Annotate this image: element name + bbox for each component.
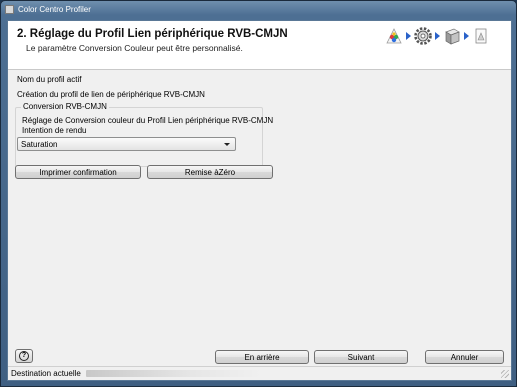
conversion-group-title: Conversion RVB-CMJN — [21, 102, 109, 111]
rendering-intent-value: Saturation — [21, 139, 58, 149]
app-icon — [5, 5, 14, 14]
destination-label: Destination actuelle — [11, 369, 81, 378]
gear-icon — [414, 27, 432, 45]
step-arrow-icon — [464, 32, 469, 40]
application-window: Color Centro Profiler 2. Réglage du Prof… — [0, 0, 517, 387]
rendering-intent-label: Intention de rendu — [22, 126, 87, 135]
rendering-intent-select[interactable]: Saturation — [17, 137, 236, 151]
chevron-down-icon — [224, 143, 230, 146]
cancel-button[interactable]: Annuler — [425, 350, 504, 364]
profile-name-value: Création du profil de lien de périphériq… — [17, 90, 205, 99]
window-title: Color Centro Profiler — [18, 5, 91, 14]
printer-icon — [445, 28, 460, 45]
profile-name-label: Nom du profil actif — [17, 75, 82, 84]
conversion-description: Réglage de Conversion couleur du Profil … — [22, 116, 274, 125]
help-icon: ? — [19, 351, 29, 361]
reset-button[interactable]: Remise àZéro — [147, 165, 273, 179]
step-indicator — [384, 26, 491, 46]
title-bar[interactable]: Color Centro Profiler — [1, 1, 516, 18]
step-title: 2. Réglage du Profil Lien périphérique R… — [17, 28, 288, 40]
status-bar: Destination actuelle — [8, 366, 511, 380]
help-button[interactable]: ? — [15, 349, 33, 363]
next-button[interactable]: Suivant — [314, 350, 408, 364]
palette-icon — [386, 28, 402, 44]
wizard-header: 2. Réglage du Profil Lien périphérique R… — [8, 21, 511, 70]
wizard-panel: 2. Réglage du Profil Lien périphérique R… — [7, 20, 512, 381]
step-subtitle: Le paramètre Conversion Couleur peut êtr… — [26, 43, 243, 53]
back-button[interactable]: En arrière — [215, 350, 309, 364]
print-confirmation-button[interactable]: Imprimer confirmation — [15, 165, 141, 179]
document-icon — [475, 28, 487, 44]
destination-progress-bar — [85, 370, 262, 377]
step-arrow-icon — [435, 32, 440, 40]
resize-grip-icon[interactable] — [501, 370, 509, 378]
step-arrow-icon — [406, 32, 411, 40]
